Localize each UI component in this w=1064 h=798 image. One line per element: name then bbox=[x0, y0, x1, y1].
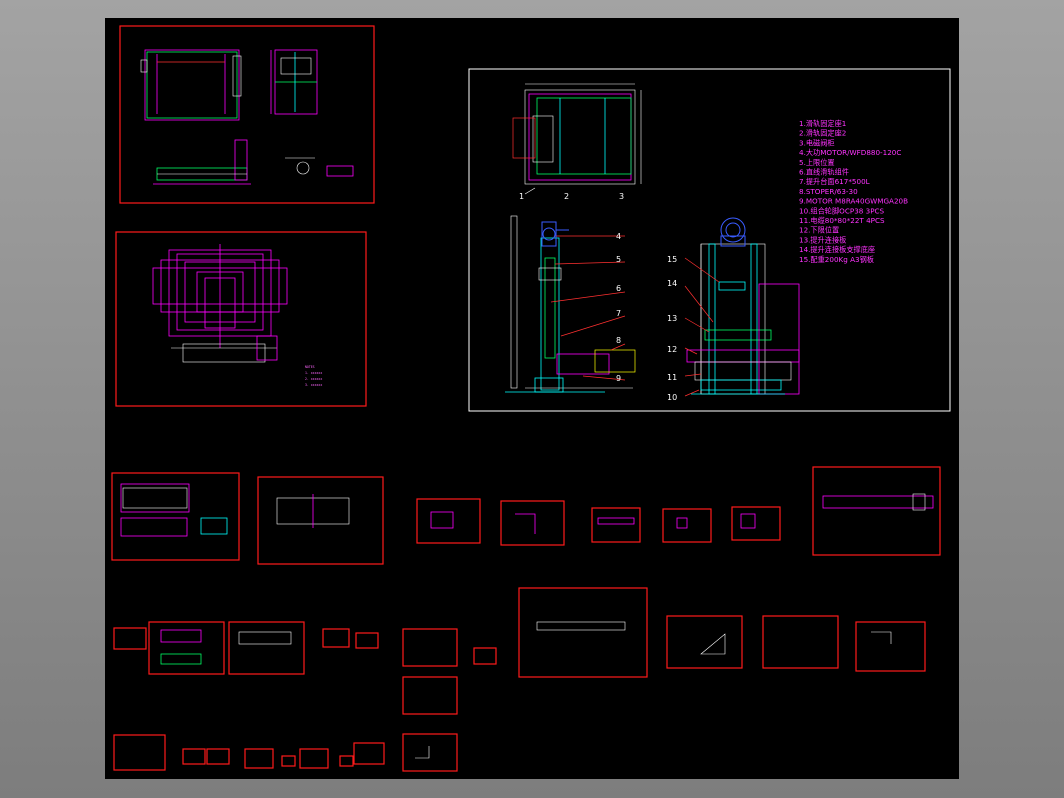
balloon-5: 5 bbox=[616, 255, 621, 264]
bom-item: 9.MOTOR M8RA40GWMGA20B bbox=[799, 197, 908, 206]
sheet-frame bbox=[281, 755, 296, 767]
sheet-frame bbox=[855, 621, 926, 672]
balloon-9: 9 bbox=[616, 374, 621, 383]
sheet-frame bbox=[299, 748, 329, 769]
sheet-frame bbox=[113, 734, 166, 771]
sheet-frame bbox=[339, 755, 354, 767]
balloon-7: 7 bbox=[616, 309, 621, 318]
sheet-frame bbox=[402, 733, 458, 772]
sheet-frame bbox=[322, 628, 350, 648]
svg-text:2. xxxxxx: 2. xxxxxx bbox=[305, 377, 322, 381]
sheet-frame bbox=[115, 231, 367, 407]
bom-item: 2.滑轨固定座2 bbox=[799, 129, 846, 138]
bom-item: 1.滑轨固定座1 bbox=[799, 119, 846, 128]
bom-item: 14.提升连接板支撑底座 bbox=[799, 245, 875, 254]
balloon-12: 12 bbox=[667, 345, 677, 354]
bom-item: 7.提升台面617*500L bbox=[799, 177, 870, 186]
sheet-frame bbox=[402, 628, 458, 667]
sheet-frame bbox=[416, 498, 481, 544]
assembly-side-view bbox=[505, 215, 636, 393]
sheet-frame bbox=[762, 615, 839, 669]
sheet-main-assembly[interactable]: 1 2 3 4 5 6 7 8 9 15 14 13 12 11 10 1.滑轨… bbox=[468, 68, 951, 412]
part-sheets-row-1[interactable] bbox=[111, 466, 941, 565]
balloon-13: 13 bbox=[667, 314, 677, 323]
bom-item: 8.STOPER/63-30 bbox=[799, 187, 858, 196]
sheet-frame bbox=[731, 506, 781, 541]
bom-item: 10.组合轮脚OCP38 3PCS bbox=[799, 206, 885, 215]
sheet-frame bbox=[500, 500, 565, 546]
balloon-1: 1 bbox=[519, 192, 524, 201]
balloon-11: 11 bbox=[667, 373, 677, 382]
sheet-frame bbox=[402, 676, 458, 715]
sheet-frame bbox=[244, 748, 274, 769]
balloon-6: 6 bbox=[616, 284, 621, 293]
balloon-8: 8 bbox=[616, 336, 621, 345]
sheet-frame bbox=[518, 587, 648, 678]
motor-symbol-icon bbox=[720, 217, 746, 247]
drawing-svg: NOTES 1. xxxxxx 2. xxxxxx 3. xxxxxx 1 2 … bbox=[111, 25, 951, 772]
sheet-frame bbox=[473, 647, 497, 665]
balloon-4: 4 bbox=[616, 232, 621, 241]
bom-item: 15.配重200Kg A3钢板 bbox=[799, 255, 874, 264]
bom-item: 12.下限位置 bbox=[799, 226, 839, 235]
balloon-2: 2 bbox=[564, 192, 569, 201]
cad-model-space[interactable]: NOTES 1. xxxxxx 2. xxxxxx 3. xxxxxx 1 2 … bbox=[105, 18, 959, 779]
sheet-plan-view[interactable] bbox=[119, 25, 375, 204]
svg-text:NOTES: NOTES bbox=[305, 365, 315, 369]
sheet-frame bbox=[206, 748, 230, 765]
balloon-3: 3 bbox=[619, 192, 624, 201]
sheet-frame bbox=[228, 621, 305, 675]
sheet-frame bbox=[666, 615, 743, 669]
sheet-frame bbox=[111, 472, 240, 561]
motor-symbol-icon bbox=[541, 221, 569, 247]
bom-item: 13.提升连接板 bbox=[799, 235, 846, 244]
sheet-frame bbox=[353, 742, 385, 765]
sheet-frame bbox=[355, 632, 379, 649]
part-sheets-row-2[interactable] bbox=[113, 587, 926, 772]
assembly-front-view bbox=[684, 243, 800, 397]
bom-item: 3.电磁阀柜 bbox=[799, 138, 835, 147]
bom-item: 5.上限位置 bbox=[799, 158, 835, 167]
sheet-frame-view[interactable]: NOTES 1. xxxxxx 2. xxxxxx 3. xxxxxx bbox=[115, 231, 367, 407]
sheet-frame bbox=[182, 748, 206, 765]
bom-item: 6.直线滑轨组件 bbox=[799, 168, 849, 177]
sheet-frame bbox=[113, 627, 147, 650]
sheet-frame bbox=[812, 466, 941, 556]
svg-text:3. xxxxxx: 3. xxxxxx bbox=[305, 383, 322, 387]
bom-item: 4.大功MOTOR/WFD880-120C bbox=[799, 148, 901, 157]
sheet-frame bbox=[591, 507, 641, 543]
balloon-10: 10 bbox=[667, 393, 677, 402]
bom-item: 11.电缆80*80*22T 4PCS bbox=[799, 216, 885, 225]
bom-notes: 1.滑轨固定座1 2.滑轨固定座2 3.电磁阀柜 4.大功MOTOR/WFD88… bbox=[799, 119, 908, 264]
balloon-14: 14 bbox=[667, 279, 677, 288]
assembly-top-view bbox=[512, 83, 642, 195]
svg-text:1. xxxxxx: 1. xxxxxx bbox=[305, 371, 322, 375]
balloon-15: 15 bbox=[667, 255, 677, 264]
